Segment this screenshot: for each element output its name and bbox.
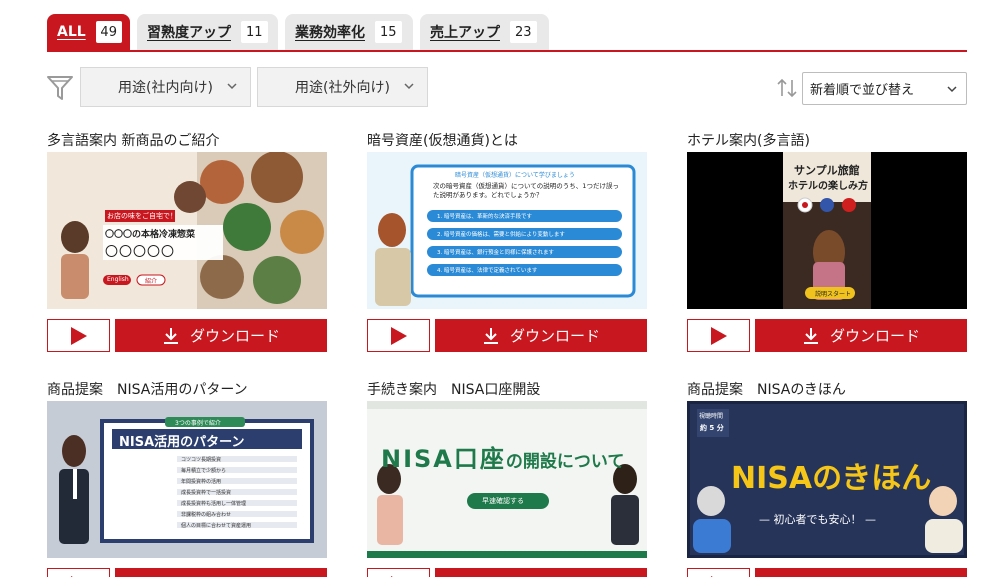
play-button[interactable] <box>47 568 110 577</box>
card-thumbnail[interactable]: 視聴時間 約 5 分 NISAのきほん — 初心者でも安心！ — <box>687 401 967 558</box>
thumb-btn-intro: 紹介 <box>145 278 158 285</box>
thumb-option: 1. 暗号資産は、革新的な決済手段です <box>437 214 532 220</box>
thumb-option: 4. 暗号資産は、法律で定義されています <box>437 268 538 274</box>
download-label: ダウンロード <box>189 327 280 345</box>
play-button[interactable] <box>687 568 750 577</box>
download-button[interactable]: ダウンロード <box>435 568 647 577</box>
tab-label: ALL <box>57 24 86 40</box>
content-card: 暗号資産(仮想通貨)とは 暗号資産（仮想通貨）について学びましょう 次の暗号資産… <box>367 130 647 360</box>
thumb-option: 2. 暗号資産の価格は、需要と供給により変動します <box>437 232 565 238</box>
download-icon <box>163 327 178 344</box>
tab-count: 23 <box>510 21 537 43</box>
tab-skill-up[interactable]: 習熟度アップ 11 <box>137 14 278 50</box>
card-title: 多言語案内 新商品のご紹介 <box>47 133 220 149</box>
thumb-btn-english: English <box>107 276 129 283</box>
tab-label: 売上アップ <box>430 25 500 41</box>
card-title: 手続き案内 NISA口座開設 <box>367 382 541 398</box>
tab-count: 49 <box>95 21 122 43</box>
thumb-row: 非課税枠の組み合わせ <box>181 512 232 518</box>
card-thumbnail[interactable]: サンプル旅館 ホテルの楽しみ方 説明スタート <box>687 152 967 309</box>
card-thumbnail[interactable]: 3つの事例で紹介 NISA活用のパターン コツコツ長期投資 毎月積立で少額から … <box>47 401 327 558</box>
external-use-label: 用途(社外向け) <box>295 80 390 96</box>
download-icon <box>803 327 818 344</box>
content-card: ホテル案内(多言語) サンプル旅館 ホテルの楽しみ方 説明スタート ダウンロード <box>687 130 967 360</box>
download-icon <box>483 327 498 344</box>
download-button[interactable]: ダウンロード <box>115 319 327 352</box>
thumb-badge: お店の味をご自宅で！ <box>107 212 177 220</box>
card-title: ホテル案内(多言語) <box>687 133 810 149</box>
internal-use-label: 用途(社内向け) <box>118 80 213 96</box>
play-button[interactable] <box>687 319 750 352</box>
play-icon <box>390 326 407 345</box>
content-card: 多言語案内 新商品のご紹介 お店の味をご自宅で！ 〇〇〇の本格冷凍惣菜 〇〇〇〇… <box>47 130 327 360</box>
play-button[interactable] <box>367 568 430 577</box>
chevron-down-icon <box>227 83 237 90</box>
thumb-row: 個人の目標に合わせて資産運用 <box>181 523 252 529</box>
thumb-row: 成長投資枠で一括投資 <box>181 490 232 496</box>
thumb-caption: 〇〇〇の本格冷凍惣菜 <box>105 230 196 240</box>
thumb-heading: NISA活用のパターン <box>119 435 245 450</box>
thumb-button: 早速確認する <box>482 497 524 505</box>
content-card: 商品提案 NISA活用のパターン 3つの事例で紹介 NISA活用のパターン コツ… <box>47 379 327 577</box>
tab-sales-up[interactable]: 売上アップ 23 <box>420 14 549 50</box>
thumb-subcaption: 〇〇〇〇〇 <box>105 245 176 260</box>
play-icon <box>710 326 727 345</box>
external-use-select[interactable]: 用途(社外向け) <box>257 67 428 107</box>
thumb-heading-main: NISA口座 <box>381 445 506 473</box>
filter-icon[interactable] <box>46 74 74 102</box>
thumb-option: 3. 暗号資産は、銀行預金と同様に保護されます <box>437 250 554 256</box>
thumb-line2: ホテルの楽しみ方 <box>788 181 868 192</box>
thumb-heading: NISAのきほん <box>731 461 932 496</box>
card-thumbnail[interactable]: 暗号資産（仮想通貨）について学びましょう 次の暗号資産（仮想通貨）についての説明… <box>367 152 647 309</box>
download-button[interactable]: ダウンロード <box>755 319 967 352</box>
thumb-start: 説明スタート <box>815 291 852 298</box>
thumb-row: 成長投資枠も活用し一体管理 <box>181 501 247 507</box>
content-card: 手続き案内 NISA口座開設 NISA口座の開設について 早速確認する ダウンロ… <box>367 379 647 577</box>
sort-select[interactable]: 新着順で並び替え <box>802 72 967 105</box>
tab-label: 習熟度アップ <box>147 25 231 41</box>
play-button[interactable] <box>367 319 430 352</box>
tab-count: 11 <box>241 21 268 43</box>
tab-label: 業務効率化 <box>295 25 365 41</box>
tab-count: 15 <box>375 21 402 43</box>
card-title: 商品提案 NISA活用のパターン <box>47 382 248 398</box>
thumb-heading-suffix: の開設について <box>505 452 625 472</box>
thumb-banner: 3つの事例で紹介 <box>175 420 221 427</box>
download-button[interactable]: ダウンロード <box>755 568 967 577</box>
chevron-down-icon <box>947 86 957 93</box>
thumb-heading: NISA口座の開設について <box>381 439 624 474</box>
sort-icon <box>777 78 797 98</box>
tab-all[interactable]: ALL 49 <box>47 14 130 50</box>
thumb-question: 次の暗号資産（仮想通貨）についての説明のうち、1つだけ誤った説明があります。どれ… <box>433 182 619 200</box>
chevron-down-icon <box>404 83 414 90</box>
thumb-line1: サンプル旅館 <box>794 164 860 177</box>
thumb-row: コツコツ長期投資 <box>181 457 222 463</box>
card-title: 商品提案 NISAのきほん <box>687 382 846 398</box>
thumb-subheading: — 初心者でも安心！ — <box>759 513 876 526</box>
card-title: 暗号資産(仮想通貨)とは <box>367 133 518 149</box>
play-icon <box>70 326 87 345</box>
download-button[interactable]: ダウンロード <box>435 319 647 352</box>
sort-label: 新着順で並び替え <box>810 83 915 98</box>
card-thumbnail[interactable]: お店の味をご自宅で！ 〇〇〇の本格冷凍惣菜 〇〇〇〇〇 English 紹介 <box>47 152 327 309</box>
thumb-badge-value: 約 5 分 <box>700 424 724 432</box>
thumb-header: 暗号資産（仮想通貨）について学びましょう <box>455 172 575 179</box>
download-button[interactable]: ダウンロード <box>115 568 327 577</box>
card-thumbnail[interactable]: NISA口座の開設について 早速確認する <box>367 401 647 558</box>
thumb-badge-label: 視聴時間 <box>699 413 724 420</box>
category-tabs: ALL 49 習熟度アップ 11 業務効率化 15 売上アップ 23 <box>47 14 967 52</box>
download-label: ダウンロード <box>829 327 920 345</box>
play-button[interactable] <box>47 319 110 352</box>
thumb-row: 年間投資枠の活用 <box>181 479 222 485</box>
content-card: 商品提案 NISAのきほん 視聴時間 約 5 分 NISAのきほん — 初心者で… <box>687 379 967 577</box>
thumb-row: 毎月積立で少額から <box>181 468 227 474</box>
tab-efficiency[interactable]: 業務効率化 15 <box>285 14 413 50</box>
internal-use-select[interactable]: 用途(社内向け) <box>80 67 251 107</box>
download-label: ダウンロード <box>509 327 600 345</box>
